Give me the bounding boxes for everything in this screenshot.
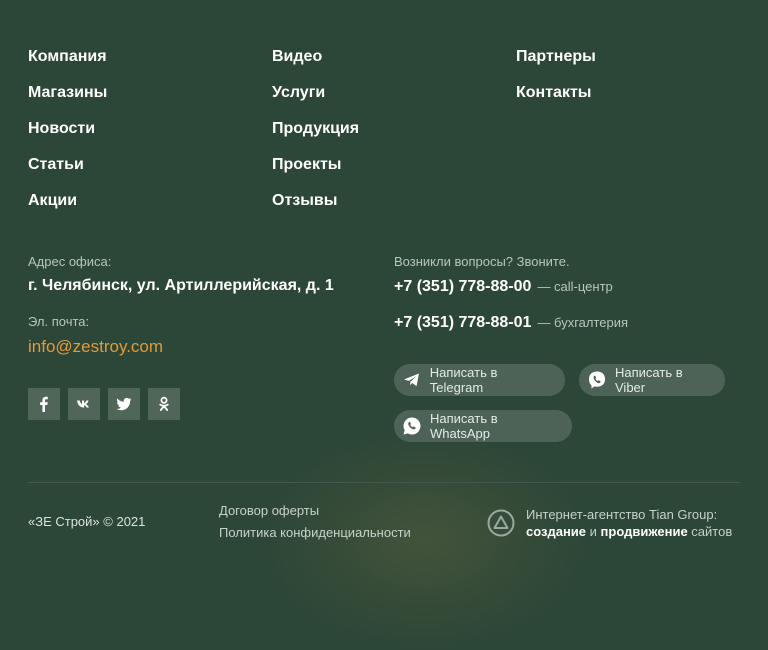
email-label: Эл. почта: bbox=[28, 314, 90, 329]
facebook-icon bbox=[40, 396, 48, 412]
twitter-icon bbox=[116, 397, 132, 411]
email-link[interactable]: info@zestroy.com bbox=[28, 337, 163, 357]
odnoklassniki-button[interactable] bbox=[148, 388, 180, 420]
nav-link-reviews[interactable]: Отзывы bbox=[272, 190, 359, 226]
twitter-button[interactable] bbox=[108, 388, 140, 420]
footer-nav-column-3: Партнеры Контакты bbox=[516, 46, 596, 118]
footer-nav-column-1: Компания Магазины Новости Статьи Акции bbox=[28, 46, 107, 226]
nav-link-news[interactable]: Новости bbox=[28, 118, 107, 154]
viber-icon bbox=[587, 370, 607, 390]
footer-nav-column-2: Видео Услуги Продукция Проекты Отзывы bbox=[272, 46, 359, 226]
viber-button-label: Написать в Viber bbox=[615, 365, 683, 395]
office-address: г. Челябинск, ул. Артиллерийская, д. 1 bbox=[28, 277, 334, 294]
nav-link-products[interactable]: Продукция bbox=[272, 118, 359, 154]
nav-link-services[interactable]: Услуги bbox=[272, 82, 359, 118]
nav-link-partners[interactable]: Партнеры bbox=[516, 46, 596, 82]
agency-services: создание и продвижение сайтов bbox=[526, 523, 732, 540]
vk-icon bbox=[77, 400, 89, 408]
background-glow bbox=[260, 430, 590, 650]
nav-link-promotions[interactable]: Акции bbox=[28, 190, 107, 226]
facebook-button[interactable] bbox=[28, 388, 60, 420]
contacts-label: Возникли вопросы? Звоните. bbox=[394, 254, 570, 269]
phone-accounting-note: — бухгалтерия bbox=[537, 315, 629, 330]
whatsapp-button[interactable]: Написать в WhatsApp bbox=[394, 410, 572, 442]
agency-sites-text: сайтов bbox=[687, 524, 733, 539]
offer-agreement-link[interactable]: Договор оферты bbox=[219, 503, 319, 518]
agency-credit: Интернет-агентство Tian Group: создание … bbox=[526, 506, 732, 540]
telegram-button[interactable]: Написать в Telegram bbox=[394, 364, 565, 396]
nav-link-company[interactable]: Компания bbox=[28, 46, 107, 82]
nav-link-articles[interactable]: Статьи bbox=[28, 154, 107, 190]
agency-and-text: и bbox=[586, 524, 601, 539]
vk-button[interactable] bbox=[68, 388, 100, 420]
viber-button[interactable]: Написать в Viber bbox=[579, 364, 725, 396]
agency-title: Интернет-агентство Tian Group: bbox=[526, 507, 718, 522]
telegram-icon bbox=[402, 370, 422, 390]
nav-link-shops[interactable]: Магазины bbox=[28, 82, 107, 118]
telegram-button-label: Написать в Telegram bbox=[429, 365, 498, 395]
whatsapp-icon bbox=[402, 416, 422, 436]
odnoklassniki-icon bbox=[159, 396, 169, 411]
phone-accounting[interactable]: +7 (351) 778-88-01 bbox=[394, 314, 531, 331]
nav-link-video[interactable]: Видео bbox=[272, 46, 359, 82]
phone-row-accounting: +7 (351) 778-88-01 — бухгалтерия bbox=[394, 314, 628, 332]
nav-link-projects[interactable]: Проекты bbox=[272, 154, 359, 190]
footer-divider bbox=[28, 482, 740, 483]
office-address-label: Адрес офиса: bbox=[28, 254, 112, 269]
agency-create-link[interactable]: создание bbox=[526, 524, 586, 539]
nav-link-contacts[interactable]: Контакты bbox=[516, 82, 596, 118]
whatsapp-button-label: Написать в WhatsApp bbox=[430, 411, 498, 441]
agency-promo-link[interactable]: продвижение bbox=[601, 524, 688, 539]
phone-row-call-center: +7 (351) 778-88-00 — call-центр bbox=[394, 278, 613, 296]
tian-group-logo-icon bbox=[487, 509, 515, 537]
copyright: «ЗЕ Строй» © 2021 bbox=[28, 514, 146, 529]
privacy-policy-link[interactable]: Политика конфиденциальности bbox=[219, 525, 411, 540]
phone-call-center[interactable]: +7 (351) 778-88-00 bbox=[394, 278, 531, 295]
phone-call-center-note: — call-центр bbox=[537, 279, 613, 294]
